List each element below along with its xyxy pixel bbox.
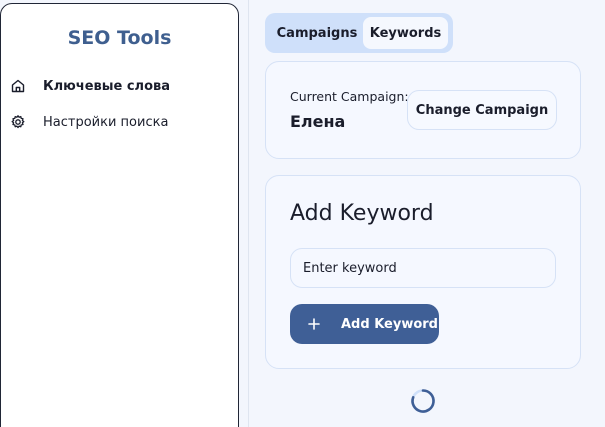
gear-icon (10, 114, 26, 130)
change-campaign-button[interactable]: Change Campaign (407, 90, 557, 130)
sidebar-item-label: Настройки поиска (43, 114, 169, 130)
sidebar-title: SEO Tools (67, 27, 172, 49)
keyword-input[interactable] (290, 248, 556, 288)
spinner-icon (410, 388, 436, 414)
current-campaign-name: Елена (290, 112, 346, 131)
tab-bar: Campaigns Keywords (265, 13, 453, 53)
current-campaign-label: Current Campaign: (290, 89, 409, 104)
sidebar-item-keywords[interactable]: Ключевые слова (10, 76, 170, 96)
home-icon (10, 78, 26, 94)
add-keyword-title: Add Keyword (290, 201, 434, 226)
sidebar: SEO Tools Ключевые слова Настройки поиск… (0, 3, 239, 427)
tab-keywords[interactable]: Keywords (363, 17, 448, 49)
app-window: SEO Tools Ключевые слова Настройки поиск… (0, 0, 605, 427)
current-campaign-card: Current Campaign: Елена Change Campaign (265, 61, 581, 159)
sidebar-item-search-settings[interactable]: Настройки поиска (10, 112, 168, 132)
plus-icon (307, 317, 321, 331)
sidebar-item-label: Ключевые слова (43, 78, 171, 94)
tab-campaigns[interactable]: Campaigns (273, 17, 361, 49)
main-divider (248, 0, 249, 427)
add-keyword-card: Add Keyword Add Keyword (265, 175, 581, 369)
add-keyword-button[interactable]: Add Keyword (290, 304, 439, 344)
add-keyword-button-label: Add Keyword (341, 316, 438, 332)
